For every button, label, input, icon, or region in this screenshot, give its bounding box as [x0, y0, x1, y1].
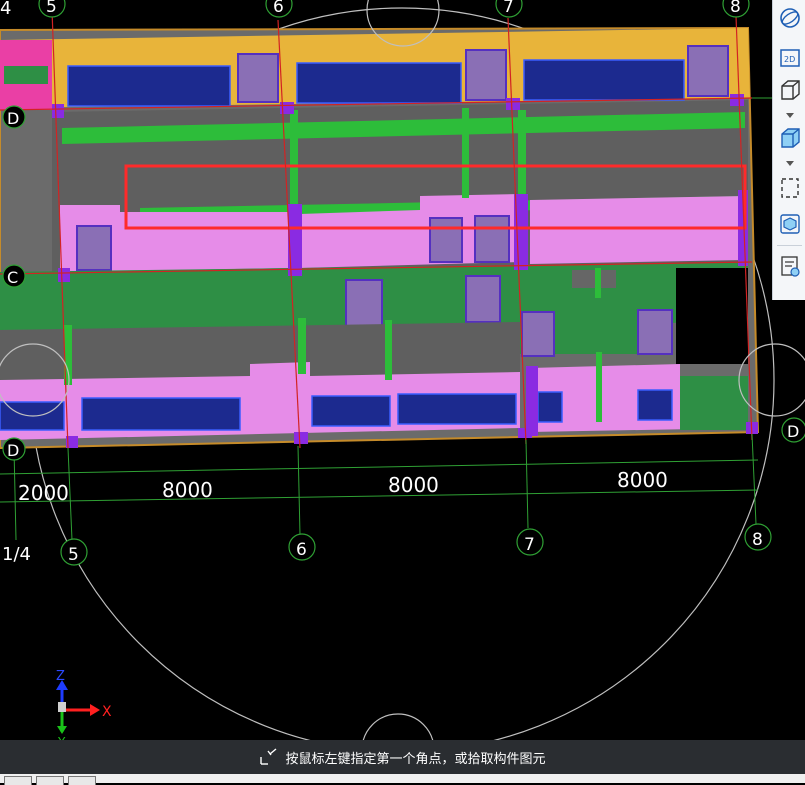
window-bottom-4 [397, 393, 517, 425]
orbit-icon[interactable] [777, 6, 803, 30]
right-dark-room [676, 268, 748, 364]
svg-text:5: 5 [46, 0, 57, 17]
right-door-2 [637, 309, 673, 355]
window-bottom-2 [81, 397, 241, 431]
bottom-tab-1[interactable] [4, 776, 32, 785]
grid-bubble-5-bottom: 5 [60, 538, 88, 566]
upper-door-3 [474, 215, 510, 263]
svg-text:6: 6 [273, 0, 284, 17]
axis-z-label: Z [56, 669, 65, 684]
right-gray-block [572, 270, 616, 288]
grid-bubble-8-bottom: 8 [744, 523, 772, 551]
row-label-c: C [2, 264, 26, 288]
door-top-2 [465, 49, 507, 101]
right-green-lower [680, 376, 748, 430]
svg-text:5: 5 [68, 545, 79, 565]
axis-x-label: X [102, 704, 112, 720]
svg-text:C: C [7, 268, 18, 287]
grid-bubble-8-top: 8 [722, 0, 750, 18]
svg-text:8: 8 [730, 0, 741, 17]
grid-bubble-1-4-bottom: 1/4 [2, 544, 31, 565]
svg-text:D: D [787, 422, 799, 441]
svg-text:D: D [7, 441, 19, 460]
grid-bubble-5-top: 5 [38, 0, 66, 18]
dimension-8000-1: 8000 [162, 478, 213, 502]
view-toolbar: 2D [772, 0, 805, 300]
svg-text:6: 6 [296, 540, 307, 560]
row-label-d-top: D [2, 105, 26, 129]
window-top-2 [296, 62, 462, 104]
grid-bubble-7-top: 7 [495, 0, 523, 18]
dimension-8000-3: 8000 [617, 468, 668, 492]
svg-text:7: 7 [524, 535, 535, 555]
view-3d-dropdown-icon[interactable] [786, 112, 794, 120]
right-door-1 [521, 311, 555, 357]
grid-bubble-6-top: 6 [265, 0, 293, 18]
row-label-d-right: D [781, 417, 805, 443]
view-2d-icon[interactable]: 2D [777, 46, 803, 70]
window-top-3 [523, 59, 685, 101]
door-top-3 [687, 45, 729, 97]
dimension-2000: 2000 [18, 481, 69, 505]
upper-door-2 [429, 217, 463, 263]
window-bottom-3 [311, 395, 391, 427]
row-label-d-bottom: D [2, 437, 26, 461]
window-bottom-5 [537, 391, 563, 423]
svg-text:7: 7 [503, 0, 514, 17]
toolbar-divider [777, 245, 802, 246]
view-3d-icon[interactable] [777, 78, 803, 102]
dimension-8000-2: 8000 [388, 473, 439, 497]
grid-bubble-6-bottom: 6 [288, 533, 316, 561]
left-green-block [4, 66, 48, 84]
bottom-tab-strip [0, 774, 805, 785]
orbit-handle-bottom[interactable] [362, 713, 434, 740]
command-prompt-text: 按鼠标左键指定第一个角点，或拾取构件图元 [285, 751, 546, 767]
axis-gizmo: Z X Y [56, 669, 112, 748]
grid-bubble-7-bottom: 7 [516, 528, 544, 556]
cube-dropdown-icon[interactable] [786, 160, 794, 168]
component-display-icon[interactable] [777, 212, 803, 236]
command-prompt-bar: 按鼠标左键指定第一个角点，或拾取构件图元 [0, 740, 805, 774]
pick-corner-icon [259, 748, 279, 766]
display-settings-icon[interactable] [777, 254, 803, 278]
corridor-door-1 [345, 279, 383, 327]
corridor-door-2 [465, 275, 501, 323]
upper-pink-slab-3 [530, 196, 745, 264]
svg-text:D: D [7, 109, 19, 128]
window-select-icon[interactable] [777, 176, 803, 200]
cube-solid-icon[interactable] [777, 126, 803, 150]
window-bottom-6 [637, 389, 673, 421]
window-top-1 [67, 65, 231, 107]
grid-bubble-4-top: 4 [0, 0, 11, 19]
3d-viewport[interactable]: 2000 8000 8000 8000 4 5 6 7 8 D C D D 1/… [0, 0, 805, 748]
svg-text:8: 8 [752, 530, 763, 550]
model-canvas[interactable]: 2000 8000 8000 8000 4 5 6 7 8 D C D D 1/… [0, 0, 805, 740]
door-top-1 [237, 53, 279, 103]
upper-door-1 [76, 225, 112, 271]
svg-text:4: 4 [0, 0, 11, 19]
svg-text:1/4: 1/4 [2, 544, 31, 565]
bottom-tab-3[interactable] [68, 776, 96, 785]
bottom-tab-2[interactable] [36, 776, 64, 785]
view-2d-label: 2D [784, 55, 795, 64]
